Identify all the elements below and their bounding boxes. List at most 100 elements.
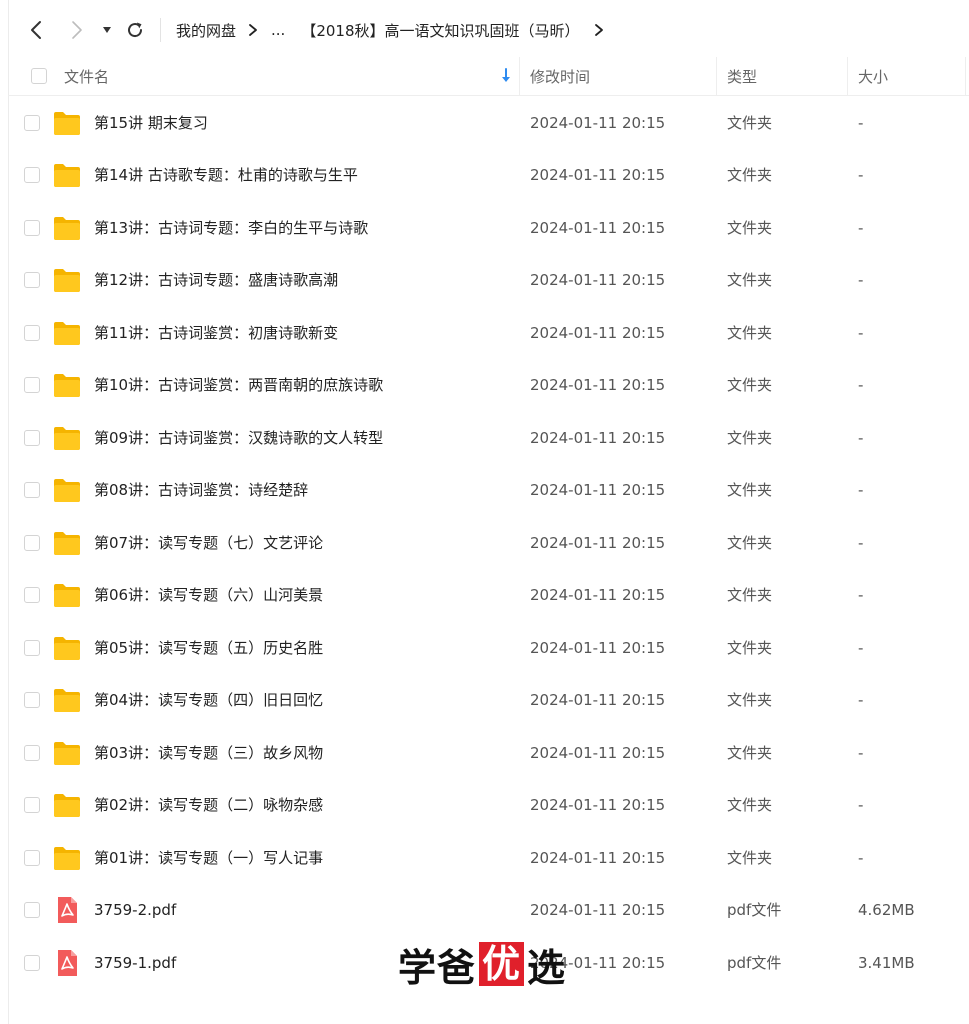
file-mtime: 2024-01-11 20:15 (530, 639, 666, 657)
table-row[interactable]: 第01讲：读写专题（一）写人记事 2024-01-11 20:15 文件夹 - (8, 832, 969, 884)
file-mtime: 2024-01-11 20:15 (530, 481, 666, 499)
file-type: 文件夹 (727, 271, 773, 289)
toolbar: 我的网盘 ... 【2018秋】高一语文知识巩固班（马昕） (0, 0, 969, 60)
chevron-right-icon[interactable] (594, 23, 604, 37)
row-checkbox[interactable] (24, 167, 40, 183)
file-size: - (858, 744, 864, 762)
row-checkbox[interactable] (24, 640, 40, 656)
table-row[interactable]: 第15讲 期末复习 2024-01-11 20:15 文件夹 - (8, 97, 969, 149)
header-mtime[interactable]: 修改时间 (530, 57, 590, 95)
folder-icon (54, 742, 80, 765)
back-button[interactable] (22, 16, 50, 44)
pdf-icon (58, 897, 77, 923)
row-checkbox[interactable] (24, 535, 40, 551)
row-checkbox[interactable] (24, 430, 40, 446)
breadcrumb-root[interactable]: 我的网盘 (176, 20, 236, 41)
file-type: 文件夹 (727, 219, 773, 237)
folder-icon (54, 689, 80, 712)
caret-down-icon (103, 27, 111, 33)
row-checkbox[interactable] (24, 220, 40, 236)
file-name: 第11讲：古诗词鉴赏：初唐诗歌新变 (94, 324, 339, 342)
file-type: 文件夹 (727, 744, 773, 762)
history-dropdown-button[interactable] (96, 16, 118, 44)
table-row[interactable]: 第09讲：古诗词鉴赏：汉魏诗歌的文人转型 2024-01-11 20:15 文件夹 - (8, 412, 969, 464)
row-checkbox[interactable] (24, 745, 40, 761)
table-row[interactable]: 第06讲：读写专题（六）山河美景 2024-01-11 20:15 文件夹 - (8, 569, 969, 621)
file-browser-window: 我的网盘 ... 【2018秋】高一语文知识巩固班（马昕） 文件名 修改时间 类… (0, 0, 969, 1024)
file-list-header: 文件名 修改时间 类型 大小 (8, 57, 969, 96)
file-type: 文件夹 (727, 586, 773, 604)
file-type: 文件夹 (727, 114, 773, 132)
file-size: - (858, 166, 864, 184)
folder-icon (54, 479, 80, 502)
watermark-text: 选 (527, 945, 567, 990)
header-type[interactable]: 类型 (727, 57, 757, 95)
header-name[interactable]: 文件名 (64, 57, 109, 95)
row-checkbox[interactable] (24, 325, 40, 341)
row-checkbox[interactable] (24, 482, 40, 498)
row-checkbox[interactable] (24, 955, 40, 971)
header-size[interactable]: 大小 (858, 57, 888, 95)
row-checkbox[interactable] (24, 902, 40, 918)
row-checkbox[interactable] (24, 797, 40, 813)
file-size: - (858, 534, 864, 552)
breadcrumb-current[interactable]: 【2018秋】高一语文知识巩固班（马昕） (301, 20, 579, 41)
table-row[interactable]: 第03讲：读写专题（三）故乡风物 2024-01-11 20:15 文件夹 - (8, 727, 969, 779)
file-type: 文件夹 (727, 324, 773, 342)
file-name: 第04讲：读写专题（四）旧日回忆 (94, 691, 324, 709)
folder-icon (54, 164, 80, 187)
file-type: 文件夹 (727, 429, 773, 447)
table-row[interactable]: 第14讲 古诗歌专题：杜甫的诗歌与生平 2024-01-11 20:15 文件夹 - (8, 149, 969, 201)
row-checkbox[interactable] (24, 587, 40, 603)
table-row[interactable]: 第02讲：读写专题（二）咏物杂感 2024-01-11 20:15 文件夹 - (8, 779, 969, 831)
file-mtime: 2024-01-11 20:15 (530, 744, 666, 762)
file-type: pdf文件 (727, 901, 782, 919)
select-all-checkbox[interactable] (31, 68, 47, 84)
file-name: 第14讲 古诗歌专题：杜甫的诗歌与生平 (94, 166, 358, 184)
file-name: 第09讲：古诗词鉴赏：汉魏诗歌的文人转型 (94, 429, 384, 447)
row-checkbox[interactable] (24, 850, 40, 866)
file-size: 4.62MB (858, 901, 915, 919)
toolbar-divider (160, 18, 161, 42)
forward-button[interactable] (63, 16, 91, 44)
file-type: pdf文件 (727, 954, 782, 972)
row-checkbox[interactable] (24, 377, 40, 393)
folder-icon (54, 637, 80, 660)
table-row[interactable]: 第04讲：读写专题（四）旧日回忆 2024-01-11 20:15 文件夹 - (8, 674, 969, 726)
file-name: 第13讲：古诗词专题：李白的生平与诗歌 (94, 219, 369, 237)
table-row[interactable]: 3759-2.pdf 2024-01-11 20:15 pdf文件 4.62MB (8, 884, 969, 936)
table-row[interactable]: 第11讲：古诗词鉴赏：初唐诗歌新变 2024-01-11 20:15 文件夹 - (8, 307, 969, 359)
file-size: - (858, 639, 864, 657)
file-mtime: 2024-01-11 20:15 (530, 691, 666, 709)
breadcrumb-ellipsis[interactable]: ... (271, 21, 285, 39)
file-name: 3759-2.pdf (94, 901, 177, 919)
table-row[interactable]: 第13讲：古诗词专题：李白的生平与诗歌 2024-01-11 20:15 文件夹 - (8, 202, 969, 254)
breadcrumb: 我的网盘 ... 【2018秋】高一语文知识巩固班（马昕） (176, 17, 617, 43)
table-row[interactable]: 第07讲：读写专题（七）文艺评论 2024-01-11 20:15 文件夹 - (8, 517, 969, 569)
file-mtime: 2024-01-11 20:15 (530, 586, 666, 604)
folder-icon (54, 847, 80, 870)
sort-down-icon[interactable] (500, 68, 512, 84)
table-row[interactable]: 第05讲：读写专题（五）历史名胜 2024-01-11 20:15 文件夹 - (8, 622, 969, 674)
row-checkbox[interactable] (24, 115, 40, 131)
column-divider[interactable] (965, 57, 966, 95)
column-divider[interactable] (519, 57, 520, 95)
file-size: - (858, 429, 864, 447)
row-checkbox[interactable] (24, 272, 40, 288)
column-divider[interactable] (716, 57, 717, 95)
row-checkbox[interactable] (24, 692, 40, 708)
file-mtime: 2024-01-11 20:15 (530, 901, 666, 919)
table-row[interactable]: 第10讲：古诗词鉴赏：两晋南朝的庶族诗歌 2024-01-11 20:15 文件夹 - (8, 359, 969, 411)
file-size: - (858, 481, 864, 499)
chevron-left-icon (31, 21, 41, 39)
file-size: - (858, 376, 864, 394)
file-size: - (858, 271, 864, 289)
folder-icon (54, 374, 80, 397)
table-row[interactable]: 第12讲：古诗词专题：盛唐诗歌高潮 2024-01-11 20:15 文件夹 - (8, 254, 969, 306)
file-size: - (858, 796, 864, 814)
file-name: 第08讲：古诗词鉴赏：诗经楚辞 (94, 481, 309, 499)
column-divider[interactable] (847, 57, 848, 95)
refresh-button[interactable] (121, 16, 149, 44)
select-all-checkbox-wrap (31, 57, 47, 95)
table-row[interactable]: 第08讲：古诗词鉴赏：诗经楚辞 2024-01-11 20:15 文件夹 - (8, 464, 969, 516)
